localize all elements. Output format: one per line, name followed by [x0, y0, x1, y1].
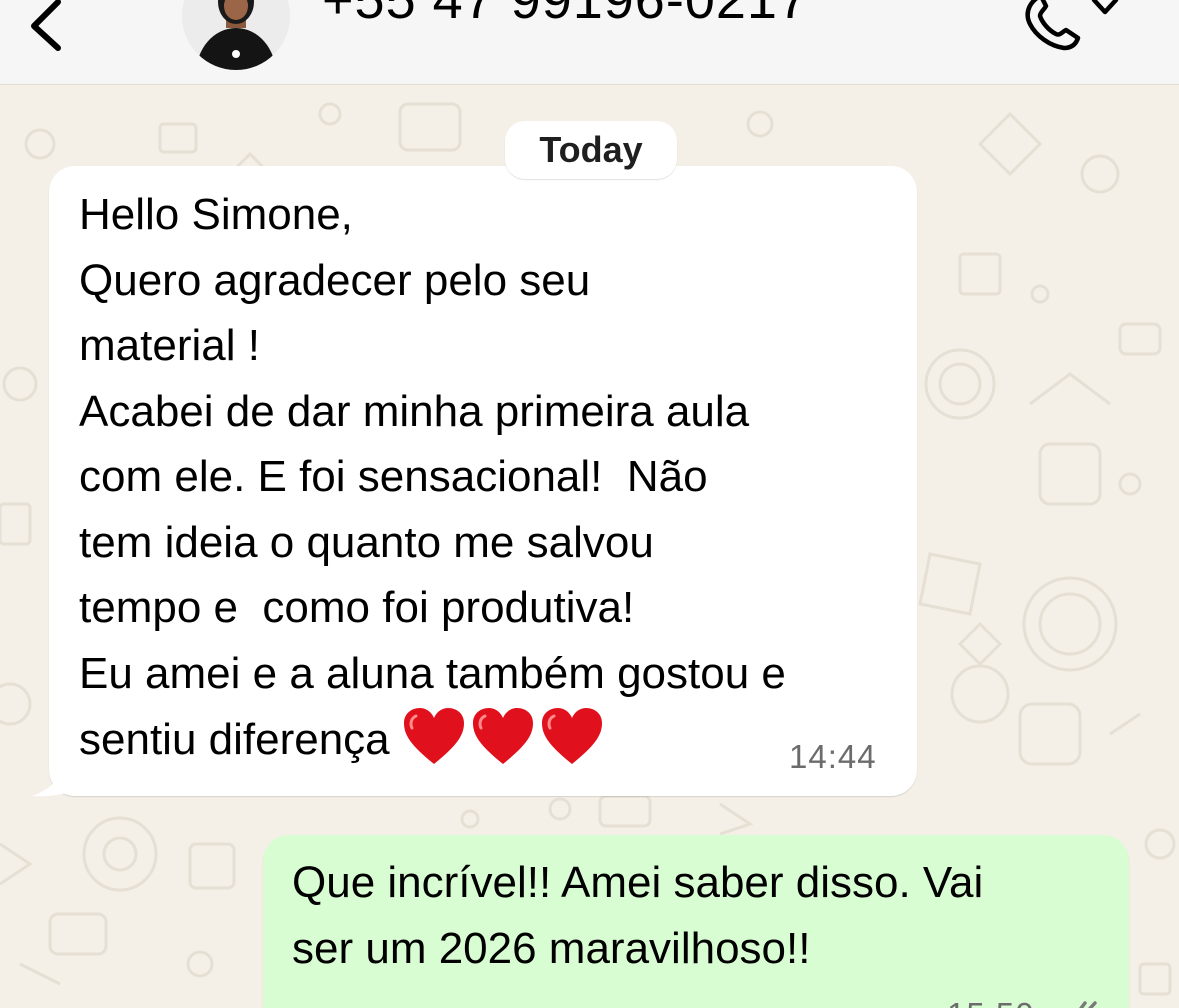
chat-area[interactable]: Today Hello Simone, Quero agradecer pelo…: [0, 84, 1179, 1008]
message-line: Hello Simone,: [79, 190, 353, 239]
message-line: material !: [79, 321, 260, 370]
heart-icon: [541, 708, 602, 764]
phone-icon[interactable]: [1010, 0, 1130, 52]
chat-header: +55 47 99196-0217: [0, 0, 1179, 85]
message-line: Que incrível!! Amei saber disso. Vai: [292, 858, 984, 907]
message-line: Eu amei e a aluna também gostou e: [79, 648, 786, 698]
incoming-message-bubble[interactable]: Hello Simone, Quero agradecer pelo seu m…: [49, 166, 917, 796]
message-timestamp: 15:50: [947, 996, 1035, 1008]
date-divider: Today: [505, 121, 677, 179]
outgoing-message-bubble[interactable]: Que incrível!! Amei saber disso. Vai ser…: [263, 835, 1129, 1008]
message-timestamp: 14:44: [789, 738, 877, 775]
message-line: Acabei de dar minha primeira aula: [79, 386, 750, 436]
message-line: ser um 2026 maravilhoso!!: [292, 923, 811, 973]
avatar-photo: [182, 0, 290, 70]
heart-icon: [403, 708, 464, 764]
heart-icon: [472, 708, 533, 764]
chevron-down-icon[interactable]: [1091, 0, 1119, 15]
message-line: Quero agradecer pelo seu: [79, 255, 591, 305]
avatar[interactable]: [182, 0, 290, 70]
message-line: sentiu diferença: [79, 715, 402, 764]
bubble-tail: [32, 754, 96, 797]
contact-name[interactable]: +55 47 99196-0217: [322, 0, 809, 30]
message-line: com ele. E foi sensacional! Não: [79, 452, 708, 501]
message-line: tem ideia o quanto me salvou: [79, 517, 654, 567]
double-check-icon: [1079, 1001, 1097, 1008]
message-line: tempo e como foi produtiva!: [79, 583, 635, 632]
chevron-left-icon[interactable]: [22, 0, 70, 52]
message-text: Hello Simone, Quero agradecer pelo seu m…: [79, 182, 786, 773]
message-text: Que incrível!! Amei saber disso. Vai ser…: [292, 850, 983, 981]
